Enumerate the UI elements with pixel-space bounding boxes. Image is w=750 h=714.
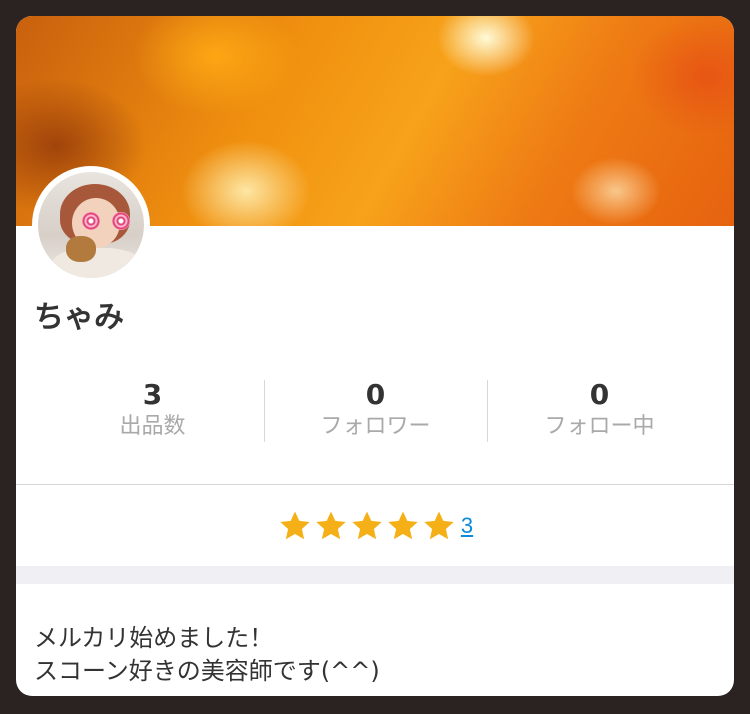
stat-followers-value: 0	[365, 378, 386, 411]
profile-stats: 3 出品数 0 フォロワー 0 フォロー中	[16, 378, 734, 444]
stat-following-label: フォロー中	[544, 414, 655, 439]
rating-count-link[interactable]: 3	[461, 513, 473, 539]
stat-following-value: 0	[589, 378, 610, 411]
star-icon	[424, 511, 454, 540]
stat-listings-label: 出品数	[119, 414, 186, 439]
star-icon	[316, 511, 346, 540]
section-separator	[16, 566, 734, 584]
star-icon	[388, 511, 418, 540]
stat-listings[interactable]: 3 出品数	[41, 378, 264, 444]
star-icon	[280, 511, 310, 540]
stat-following[interactable]: 0 フォロー中	[488, 378, 711, 444]
stats-divider	[487, 380, 488, 442]
stat-followers[interactable]: 0 フォロワー	[264, 378, 487, 444]
profile-card: ちゃみ 3 出品数 0 フォロワー 0 フォロー中 3 メルカリ始めました！ ス…	[16, 16, 734, 696]
profile-name: ちゃみ	[34, 300, 124, 335]
stats-divider	[264, 380, 265, 442]
avatar[interactable]	[32, 166, 150, 284]
stat-followers-label: フォロワー	[320, 414, 431, 439]
stat-listings-value: 3	[142, 378, 163, 411]
star-icon	[352, 511, 382, 540]
profile-bio: メルカリ始めました！ スコーン好きの美容師です(^^)	[34, 624, 380, 685]
rating-row: 3	[16, 508, 734, 548]
avatar-photo	[38, 172, 144, 278]
section-divider	[16, 484, 734, 485]
